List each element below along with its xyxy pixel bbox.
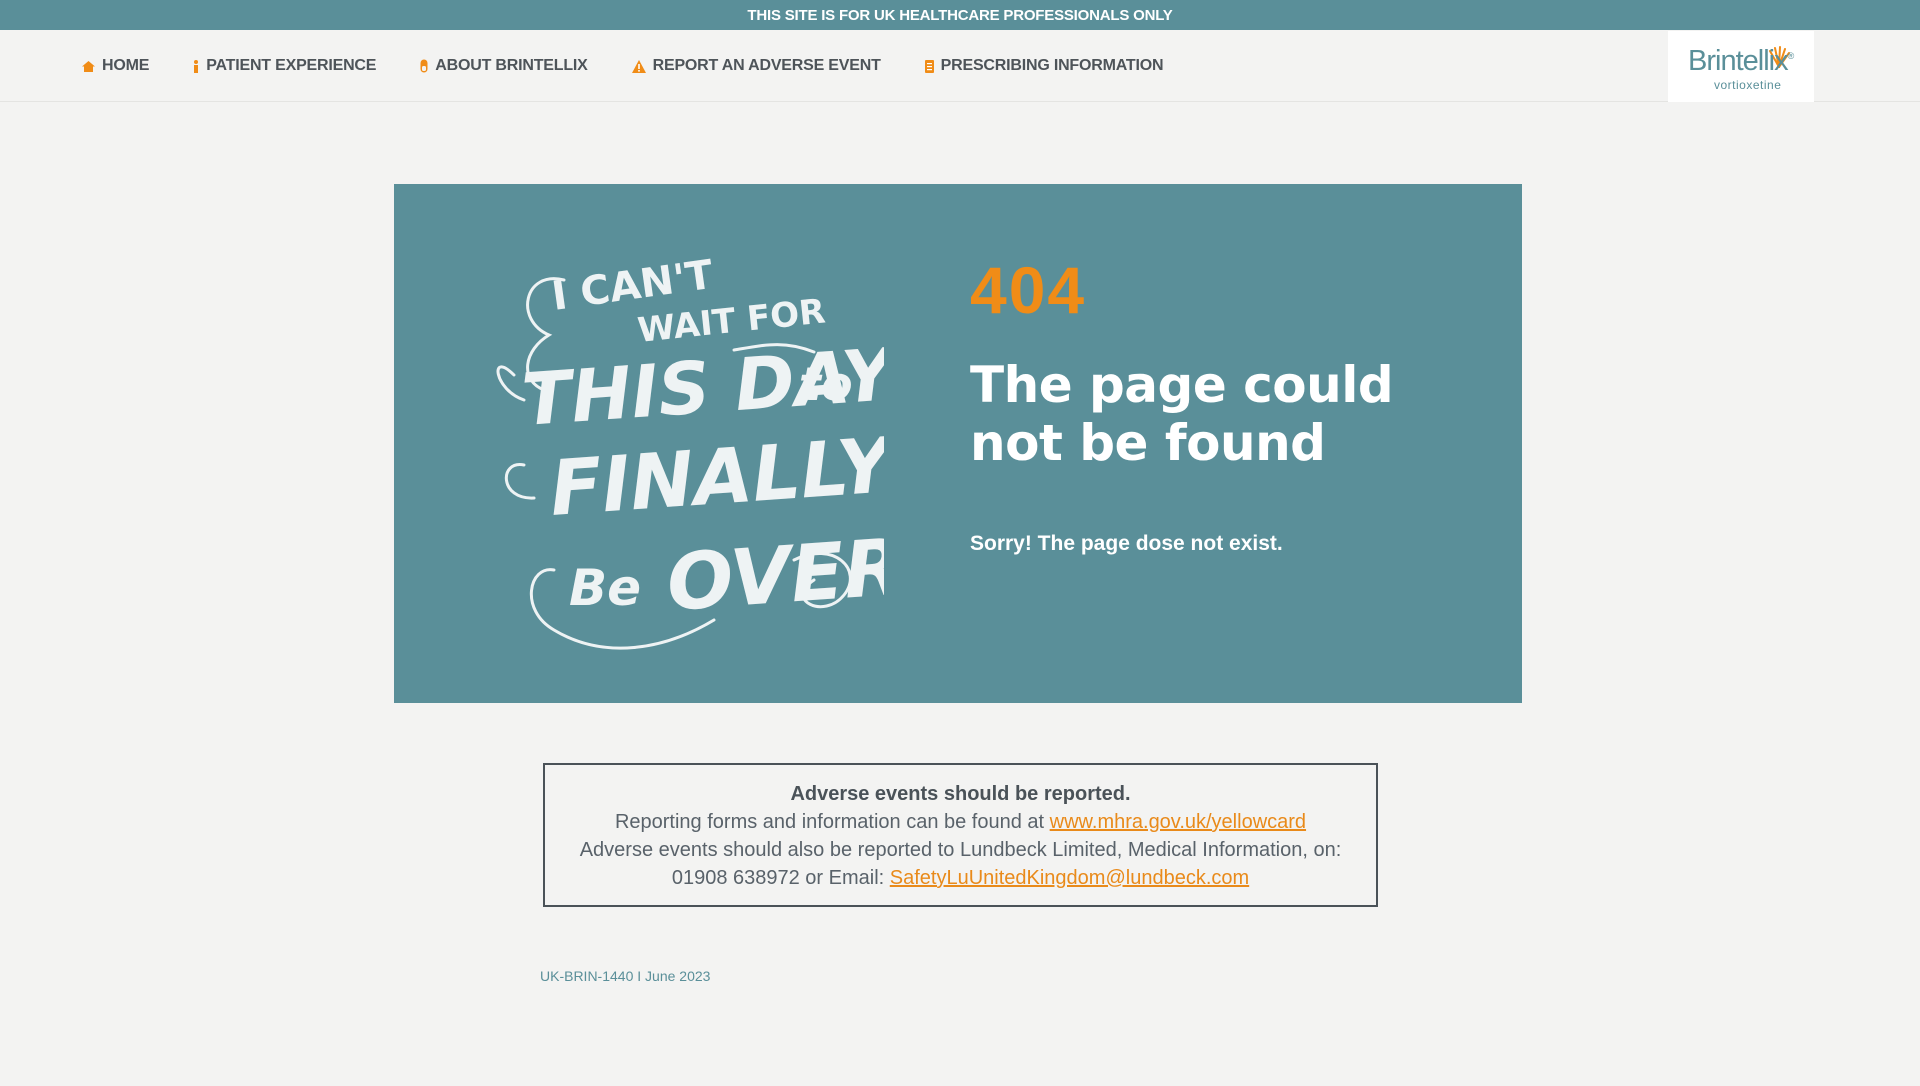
lettering-line-6: Be — [569, 559, 641, 617]
lettering-line-4: to — [799, 357, 853, 411]
logo-brand: Brintellix® — [1688, 45, 1794, 77]
nav-home-label: HOME — [102, 57, 150, 74]
lettering-line-7: OVER — [664, 523, 884, 629]
nav-prescribing-information[interactable]: PRESCRIBING INFORMATION — [924, 57, 1164, 75]
home-icon — [82, 60, 95, 72]
yellowcard-link[interactable]: www.mhra.gov.uk/yellowcard — [1050, 811, 1306, 833]
main-nav: HOME PATIENT EXPERIENCE ABOUT BRINTELLIX… — [82, 30, 1207, 102]
adverse-events-notice: Adverse events should be reported. Repor… — [543, 763, 1378, 907]
nav-report-adverse-event-label: REPORT AN ADVERSE EVENT — [652, 57, 881, 74]
info-icon — [194, 59, 199, 73]
adverse-line-3: 01908 638972 or Email: SafetyLuUnitedKin… — [671, 867, 1250, 889]
hcp-disclaimer-banner: THIS SITE IS FOR UK HEALTHCARE PROFESSIO… — [0, 0, 1920, 30]
adverse-heading: Adverse events should be reported. — [790, 783, 1131, 805]
nav-about-brintellix[interactable]: ABOUT BRINTELLIX — [420, 57, 588, 75]
error-panel: I CAN'T WAIT FOR THIS DAY to FINALLY Be … — [394, 184, 1522, 703]
nav-about-brintellix-label: ABOUT BRINTELLIX — [435, 57, 588, 74]
logo-generic-name: vortioxetine — [1714, 78, 1782, 92]
nav-home[interactable]: HOME — [82, 57, 149, 75]
nav-prescribing-information-label: PRESCRIBING INFORMATION — [940, 57, 1164, 74]
safety-email-link[interactable]: SafetyLuUnitedKingdom@lundbeck.com — [890, 867, 1249, 889]
nav-patient-experience-label: PATIENT EXPERIENCE — [206, 57, 377, 74]
brintellix-logo[interactable]: Brintellix® vortioxetine — [1668, 31, 1814, 102]
adverse-line-2: Adverse events should also be reported t… — [579, 839, 1342, 861]
capsule-icon — [420, 59, 428, 73]
site-header: HOME PATIENT EXPERIENCE ABOUT BRINTELLIX… — [0, 30, 1920, 102]
warning-icon — [631, 59, 646, 73]
job-code: UK-BRIN-1440 I June 2023 — [540, 968, 711, 984]
lettering-artwork: I CAN'T WAIT FOR THIS DAY to FINALLY Be … — [496, 252, 884, 650]
adverse-line-1: Reporting forms and information can be f… — [614, 811, 1307, 833]
error-title: The page could not be found — [970, 356, 1394, 472]
error-code: 404 — [970, 253, 1087, 327]
nav-patient-experience[interactable]: PATIENT EXPERIENCE — [193, 57, 376, 75]
nav-report-adverse-event[interactable]: REPORT AN ADVERSE EVENT — [631, 57, 881, 75]
document-icon — [924, 59, 934, 73]
error-message: Sorry! The page dose not exist. — [970, 532, 1283, 555]
